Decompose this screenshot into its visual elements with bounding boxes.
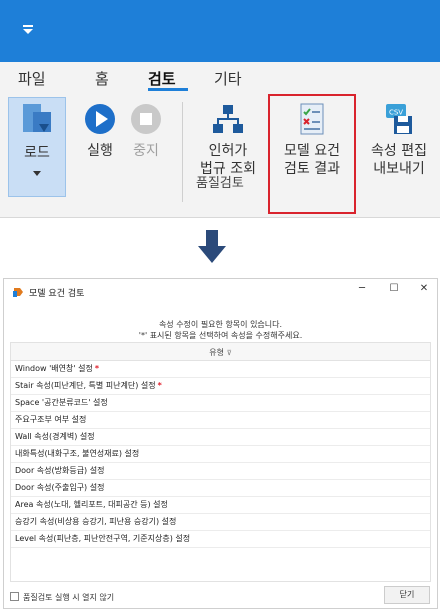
row-label: 승강기 속성(비상용 승강기, 피난용 승강기) 설정 — [15, 517, 177, 526]
export-label-2: 내보내기 — [373, 161, 425, 177]
dialog-title: 모델 요건 검토 — [29, 289, 85, 299]
play-icon — [85, 104, 115, 134]
ribbon-panel: 로드 실행 중지 인허가 법규 조회 모델 요건 검토 결과 CSV 속성 편집… — [0, 94, 440, 218]
table-row[interactable]: Area 속성(노대, 헬리포트, 대피공간 등) 설정 — [11, 497, 430, 514]
run-button[interactable]: 실행 — [78, 102, 122, 160]
tab-other[interactable]: 기타 — [214, 68, 242, 89]
required-marker: * — [157, 381, 162, 390]
tab-review[interactable]: 검토 — [148, 68, 176, 89]
table-row[interactable]: Door 속성(주출입구) 설정 — [11, 480, 430, 497]
column-header-type[interactable]: 유형 ⊽ — [11, 347, 430, 358]
row-label: Space '공간분류코드' 설정 — [15, 398, 108, 407]
maximize-icon[interactable]: ☐ — [384, 283, 404, 294]
table-row[interactable]: 승강기 속성(비상용 승강기, 피난용 승강기) 설정 — [11, 514, 430, 531]
table-row[interactable]: 주요구조부 여부 설정 — [11, 412, 430, 429]
table-row[interactable]: Stair 속성(피난계단, 특별 피난계단) 설정 * — [11, 378, 430, 395]
row-label: Window '배연창' 설정 — [15, 364, 93, 373]
highlight-box — [268, 94, 356, 214]
table-row[interactable]: Door 속성(방화등급) 설정 — [11, 463, 430, 480]
requirements-table: 유형 ⊽ Window '배연창' 설정 * Stair 속성(피난계단, 특별 피… — [10, 342, 431, 582]
row-label: 주요구조부 여부 설정 — [15, 415, 87, 424]
row-label: Door 속성(주출입구) 설정 — [15, 483, 105, 492]
minimize-icon[interactable]: ─ — [352, 283, 372, 294]
table-header: 유형 ⊽ — [11, 343, 430, 361]
ribbon-group-label: 품질검토 — [196, 176, 244, 191]
row-label: 내화특성(내화구조, 불연성재료) 설정 — [15, 449, 140, 458]
dialog-titlebar: 모델 요건 검토 ─ ☐ ✕ — [4, 279, 437, 305]
row-label: Level 속성(피난층, 피난안전구역, 기준지상층) 설정 — [15, 534, 191, 543]
csv-save-icon: CSV — [386, 104, 412, 134]
active-tab-indicator — [148, 88, 188, 91]
required-marker: * — [94, 364, 100, 373]
model-review-dialog: 모델 요건 검토 ─ ☐ ✕ 속성 수정이 필요한 항목이 있습니다. '*' … — [3, 278, 438, 609]
load-label: 로드 — [24, 145, 50, 161]
arrow-down-icon — [198, 230, 226, 263]
dont-open-checkbox[interactable] — [10, 592, 19, 601]
tab-file[interactable]: 파일 — [18, 68, 46, 89]
load-button[interactable]: 로드 — [8, 102, 66, 178]
tab-home[interactable]: 홈 — [95, 68, 109, 89]
run-label: 실행 — [87, 143, 113, 159]
dont-open-checkbox-label: 품질검토 실행 시 열지 않기 — [23, 593, 115, 602]
close-button[interactable]: 닫기 — [384, 586, 430, 604]
ribbon-tab-bar: 파일 홈 검토 기타 — [0, 62, 440, 94]
load-icon — [23, 104, 51, 132]
row-label: Door 속성(방화등급) 설정 — [15, 466, 105, 475]
table-row[interactable]: Window '배연창' 설정 * — [11, 361, 430, 378]
app-titlebar — [0, 0, 440, 62]
table-body: Window '배연창' 설정 * Stair 속성(피난계단, 특별 피난계단) … — [11, 361, 430, 548]
notice-line-2: '*' 표시된 항목을 선택하여 속성을 수정해주세요. — [138, 331, 303, 340]
column-header-label: 유형 — [209, 348, 225, 357]
permit-lookup-button[interactable]: 인허가 법규 조회 — [190, 102, 266, 178]
stop-label: 중지 — [133, 143, 159, 159]
hierarchy-icon — [213, 105, 243, 133]
row-label: Stair 속성(피난계단, 특별 피난계단) 설정 — [15, 381, 156, 390]
table-row[interactable]: 내화특성(내화구조, 불연성재료) 설정 — [11, 446, 430, 463]
permit-label-1: 인허가 — [208, 143, 248, 159]
row-label: Area 속성(노대, 헬리포트, 대피공간 등) 설정 — [15, 500, 168, 509]
table-row[interactable]: Level 속성(피난층, 피난안전구역, 기준지상층) 설정 — [11, 531, 430, 548]
property-export-button[interactable]: CSV 속성 편집 내보내기 — [360, 102, 438, 178]
chevron-down-icon[interactable] — [32, 170, 42, 178]
table-row[interactable]: Wall 속성(경계벽) 설정 — [11, 429, 430, 446]
quick-access-dropdown-icon[interactable] — [20, 22, 36, 38]
filter-icon[interactable]: ⊽ — [227, 349, 232, 357]
export-label-1: 속성 편집 — [371, 143, 427, 159]
row-label: Wall 속성(경계벽) 설정 — [15, 432, 95, 441]
notice-line-1: 속성 수정이 필요한 항목이 있습니다. — [158, 320, 283, 329]
close-icon[interactable]: ✕ — [414, 283, 434, 294]
stop-button[interactable]: 중지 — [124, 102, 168, 160]
group-separator — [182, 102, 183, 202]
table-row[interactable]: Space '공간분류코드' 설정 — [11, 395, 430, 412]
csv-badge-text: CSV — [389, 109, 403, 117]
app-logo-icon — [13, 288, 23, 297]
stop-icon — [131, 104, 161, 134]
